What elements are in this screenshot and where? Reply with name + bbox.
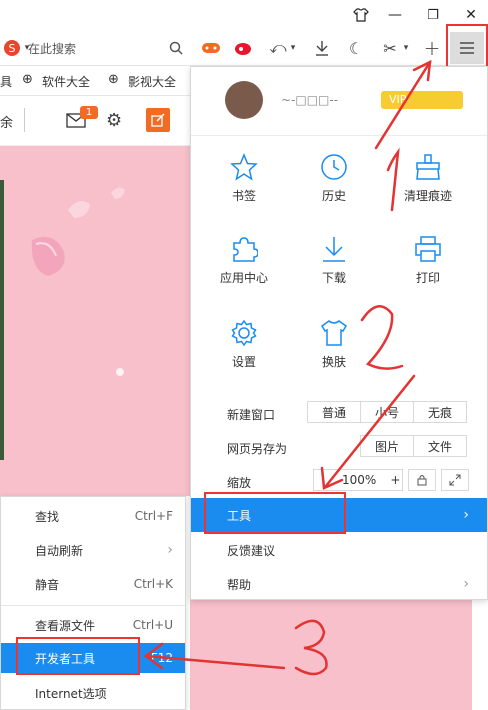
annotation-arrow-1 [374, 60, 432, 150]
annotation-arrow-3 [144, 654, 286, 670]
annotation-overlay [143, 59, 432, 676]
annotation-arrow-2 [324, 374, 416, 488]
annotation-number-1 [386, 147, 400, 212]
annotation-number-2 [360, 305, 404, 370]
annotation-number-3 [294, 619, 328, 676]
